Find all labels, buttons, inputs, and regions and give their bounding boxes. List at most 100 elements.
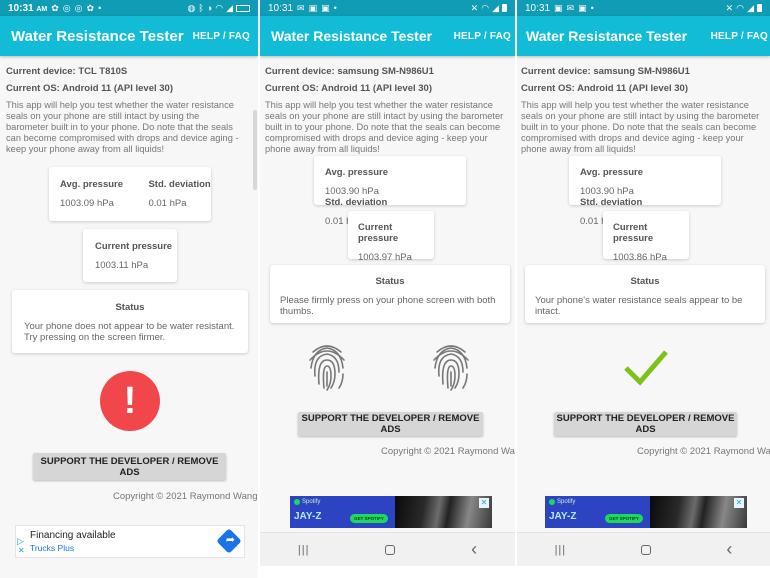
back-button[interactable]: ‹ — [726, 539, 732, 560]
error-icon: ! — [100, 371, 160, 431]
instagram-icon: ◎ — [62, 2, 71, 13]
image-icon: ▣ — [321, 2, 330, 13]
ad-close-icon[interactable]: ✕ — [734, 498, 744, 508]
data-saver-icon: ◑ — [206, 2, 213, 13]
recents-button[interactable]: ||| — [298, 544, 310, 556]
ad-cta-button[interactable]: GET SPOTIFY — [605, 514, 643, 523]
pressure-stats-card: Avg. pressure 1003.09 hPa Std. deviation… — [49, 167, 211, 221]
signal-icon: ◢ — [747, 2, 754, 13]
fingerprint-icon[interactable] — [305, 338, 349, 394]
battery-icon — [502, 4, 507, 12]
avg-pressure-value: 1003.09 hPa — [60, 198, 114, 209]
screenshot-collage: 10:31 AM ✿ ◎ ◎ ✿ • ◍ ᛒ ◑ ◠ ◢ Water Resis… — [0, 0, 770, 578]
status-bar: 10:31 ▣ ✉ ▣ • ✕ ◠ ◢ — [517, 0, 770, 16]
avg-pressure-label: Avg. pressure — [60, 179, 124, 190]
current-pressure-label: Current pressure — [358, 222, 399, 244]
wifi-icon: ◠ — [736, 2, 745, 13]
app-description: This app will help you test whether the … — [265, 100, 504, 154]
copyright-text: Copyright © 2021 Raymond Wang — [113, 491, 258, 502]
ad-banner[interactable]: Spotify JAY-Z GET SPOTIFY ✕ — [290, 496, 492, 528]
home-button[interactable] — [641, 544, 652, 555]
fingerprint-icon[interactable] — [429, 338, 473, 394]
std-deviation-value: 0.01 hPa — [148, 198, 187, 209]
status-card: Status Your phone's water resistance sea… — [525, 265, 765, 323]
app-bar: Water Resistance Tester HELP / FAQ — [517, 16, 770, 56]
notification-dot-icon: • — [98, 2, 102, 13]
back-button[interactable]: ‹ — [471, 539, 477, 560]
status-title: Status — [630, 276, 660, 287]
home-button[interactable] — [385, 544, 396, 555]
fan-icon: ✿ — [86, 2, 95, 13]
std-deviation-label: Std. deviation — [580, 197, 643, 208]
support-developer-button[interactable]: SUPPORT THE DEVELOPER / REMOVE ADS — [33, 453, 226, 480]
current-pressure-card: Current pressure 1003.11 hPa — [83, 229, 177, 282]
wifi-icon: ◠ — [481, 2, 490, 13]
phone-screen-press: 10:31 ✉ ▣ ▣ • ✕ ◠ ◢ Water Resistance Tes… — [260, 0, 515, 578]
current-os: Current OS: Android 11 (API level 30) — [521, 83, 688, 94]
app-description: This app will help you test whether the … — [521, 100, 760, 154]
instagram-icon: ◎ — [74, 2, 83, 13]
phone-screen-passed: 10:31 ▣ ✉ ▣ • ✕ ◠ ◢ Water Resistance Tes… — [517, 0, 770, 578]
settings-icon: ✿ — [51, 2, 59, 13]
directions-arrow: ➦ — [225, 534, 235, 546]
navigation-bar: ||| ‹ — [260, 532, 515, 566]
std-deviation-label: Std. deviation — [325, 197, 388, 208]
status-message: Your phone's water resistance seals appe… — [535, 295, 743, 317]
ad-headline: Financing available — [30, 530, 116, 541]
status-title: Status — [115, 302, 145, 313]
support-developer-button[interactable]: SUPPORT THE DEVELOPER / REMOVE ADS — [298, 412, 483, 436]
current-pressure-label: Current pressure — [95, 241, 173, 252]
ad-cta-button[interactable]: GET SPOTIFY — [350, 514, 388, 523]
status-message: Please firmly press on your phone screen… — [280, 295, 496, 317]
notification-dot-icon: • — [590, 2, 594, 13]
status-card: Status Please firmly press on your phone… — [270, 265, 510, 323]
status-title: Status — [375, 276, 405, 287]
current-device: Current device: samsung SM-N986U1 — [265, 66, 434, 77]
status-bar: 10:31 AM ✿ ◎ ◎ ✿ • ◍ ᛒ ◑ ◠ ◢ — [0, 0, 258, 16]
status-message: Your phone does not appear to be water r… — [24, 321, 235, 343]
battery-icon — [757, 4, 762, 12]
app-title: Water Resistance Tester — [526, 28, 688, 44]
phone-screen-failed: 10:31 AM ✿ ◎ ◎ ✿ • ◍ ᛒ ◑ ◠ ◢ Water Resis… — [0, 0, 258, 578]
image-icon: ▣ — [554, 2, 563, 13]
support-developer-button[interactable]: SUPPORT THE DEVELOPER / REMOVE ADS — [554, 412, 737, 436]
help-faq-link[interactable]: HELP / FAQ — [193, 31, 250, 42]
ad-close-icon[interactable]: ✕ — [18, 546, 25, 555]
clock: 10:31 AM — [8, 2, 48, 14]
navigation-bar: ||| ‹ — [517, 532, 770, 566]
main-content: Current device: samsung SM-N986U1 Curren… — [517, 56, 770, 155]
app-title: Water Resistance Tester — [271, 28, 433, 44]
avg-pressure-value: 1003.90 hPa — [580, 186, 634, 197]
pressure-stats-card: Avg. pressure 1003.90 hPa Std. deviation… — [569, 156, 721, 227]
battery-icon — [236, 4, 250, 12]
current-pressure-card: Current pressure 1003.97 hPa — [348, 211, 434, 263]
clock: 10:31 — [268, 2, 294, 14]
app-description: This app will help you test whether the … — [6, 100, 239, 154]
checkmark-icon — [624, 350, 668, 386]
ad-close-icon[interactable]: ✕ — [479, 498, 489, 508]
ad-image: ✕ — [650, 496, 747, 528]
pressure-stats-card: Avg. pressure 1003.90 hPa Std. deviation… — [314, 156, 466, 227]
email-icon: ✉ — [566, 2, 575, 13]
status-bar: 10:31 ✉ ▣ ▣ • ✕ ◠ ◢ — [260, 0, 515, 16]
recents-button[interactable]: ||| — [555, 544, 567, 556]
help-faq-link[interactable]: HELP / FAQ — [711, 31, 768, 42]
avg-pressure-label: Avg. pressure — [580, 167, 644, 178]
avg-pressure-value: 1003.90 hPa — [325, 186, 379, 197]
clock: 10:31 — [525, 2, 551, 14]
app-bar: Water Resistance Tester HELP / FAQ — [0, 16, 258, 56]
gallery-icon: ▣ — [308, 2, 318, 13]
copyright-text: Copyright © 2021 Raymond Wang — [381, 446, 515, 457]
ad-panel: Spotify JAY-Z GET SPOTIFY — [545, 496, 650, 528]
gallery-icon: ▣ — [578, 2, 587, 13]
current-os: Current OS: Android 11 (API level 30) — [6, 83, 173, 94]
ad-banner[interactable]: Spotify JAY-Z GET SPOTIFY ✕ — [545, 496, 747, 528]
ad-advertiser: Trucks Plus — [30, 543, 75, 553]
help-faq-link[interactable]: HELP / FAQ — [454, 31, 511, 42]
current-device: Current device: samsung SM-N986U1 — [521, 66, 690, 77]
current-pressure-value: 1003.11 hPa — [95, 260, 149, 271]
scrollbar[interactable] — [253, 110, 257, 190]
wifi-icon: ◠ — [215, 2, 224, 13]
ad-banner[interactable]: ▷ ✕ Financing available Trucks Plus ➦ — [15, 525, 245, 558]
bottom-padding — [260, 566, 515, 578]
